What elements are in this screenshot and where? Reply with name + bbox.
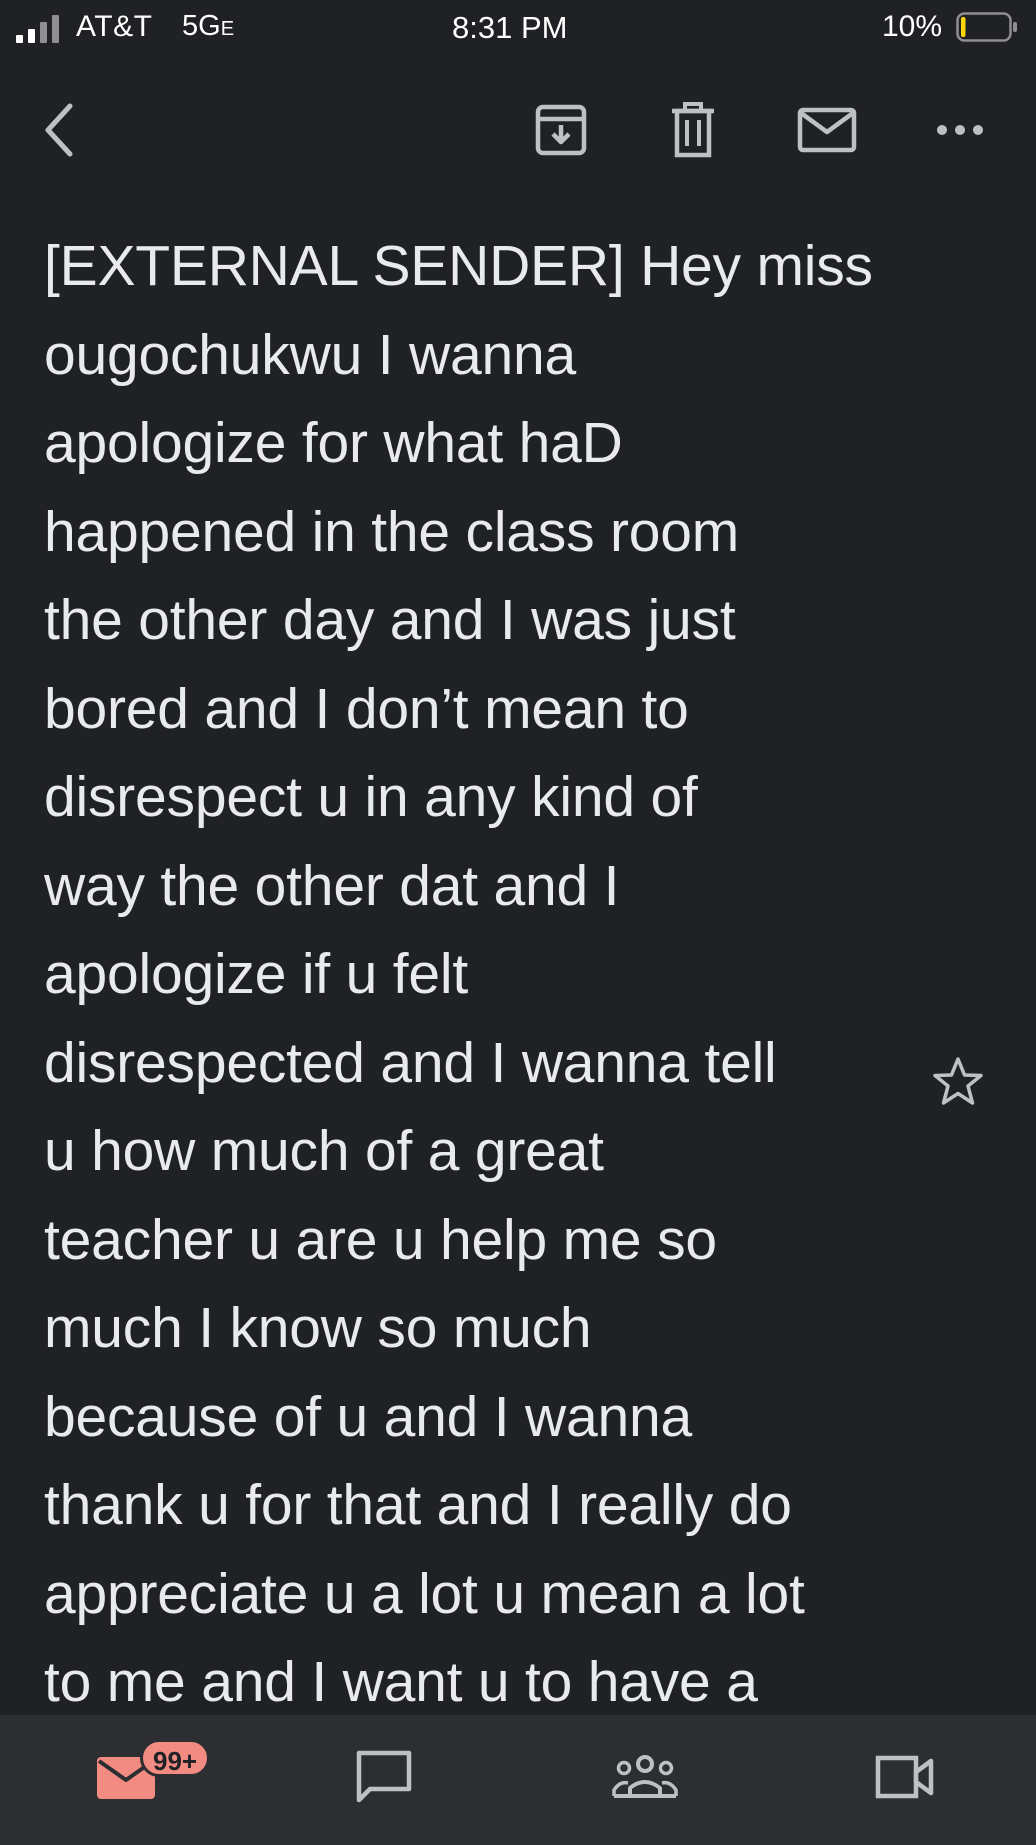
spaces-icon <box>612 1755 678 1798</box>
star-button[interactable] <box>930 1054 986 1110</box>
network-suffix: E <box>220 18 235 40</box>
star-icon <box>933 1057 983 1105</box>
status-time: 8:31 PM <box>452 10 568 45</box>
battery-level <box>961 17 966 37</box>
email-body-line: much I know so much <box>44 1296 592 1360</box>
email-body-line: disrespect u in any kind of <box>44 765 698 829</box>
bottom-navigation: 99+ <box>0 1715 1036 1845</box>
nav-meet[interactable] <box>865 1737 945 1817</box>
archive-icon <box>535 104 587 156</box>
email-body-line: [EXTERNAL SENDER] Hey miss <box>44 234 873 298</box>
email-body-line: appreciate u a lot u mean a lot <box>44 1561 805 1626</box>
meet-icon <box>875 1755 934 1799</box>
more-options-button[interactable] <box>930 100 990 160</box>
email-body-line: to me and I want u to have a <box>44 1650 758 1714</box>
email-body-line: happened in the class room <box>44 499 740 564</box>
email-body-line: disrespected and I wanna tell <box>44 1030 777 1095</box>
more-icon <box>937 125 983 135</box>
archive-button[interactable] <box>531 100 591 160</box>
mail-icon <box>797 107 857 153</box>
battery-icon <box>956 12 1017 42</box>
email-body-line: ougochukwu I wanna <box>44 322 576 387</box>
signal-strength-icon <box>16 15 59 43</box>
status-bar: AT&T 5GE 8:31 PM 10% <box>0 0 1036 60</box>
email-body-line: teacher u are u help me so <box>44 1207 717 1272</box>
mark-unread-button[interactable] <box>797 100 857 160</box>
back-icon <box>45 103 73 157</box>
nav-spaces[interactable] <box>605 1737 685 1817</box>
network-label: 5G <box>182 10 221 42</box>
email-body-line: bored and I don’t mean to <box>44 676 689 741</box>
email-body-line: way the other dat and I <box>44 853 620 918</box>
email-body-line: thank u for that and I really do <box>44 1473 792 1537</box>
battery-percentage: 10% <box>882 10 943 43</box>
email-body-line: because of u and I wanna <box>44 1384 693 1449</box>
email-body-line: apologize for what haD <box>44 411 623 475</box>
trash-icon <box>672 102 714 158</box>
email-body-line: apologize if u felt <box>44 942 468 1006</box>
delete-button[interactable] <box>663 100 723 160</box>
email-body: [EXTERNAL SENDER] Hey miss ougochukwu I … <box>44 222 914 1727</box>
mail-unread-badge: 99+ <box>140 1739 211 1777</box>
chat-icon <box>356 1750 412 1803</box>
carrier-name: AT&T <box>76 10 153 43</box>
network-type: 5GE <box>182 10 234 43</box>
back-button[interactable] <box>30 100 90 160</box>
email-body-line: u how much of a great <box>44 1119 604 1183</box>
nav-chat[interactable] <box>344 1737 424 1817</box>
email-body-line: the other day and I was just <box>44 588 736 652</box>
message-toolbar <box>0 80 1036 180</box>
